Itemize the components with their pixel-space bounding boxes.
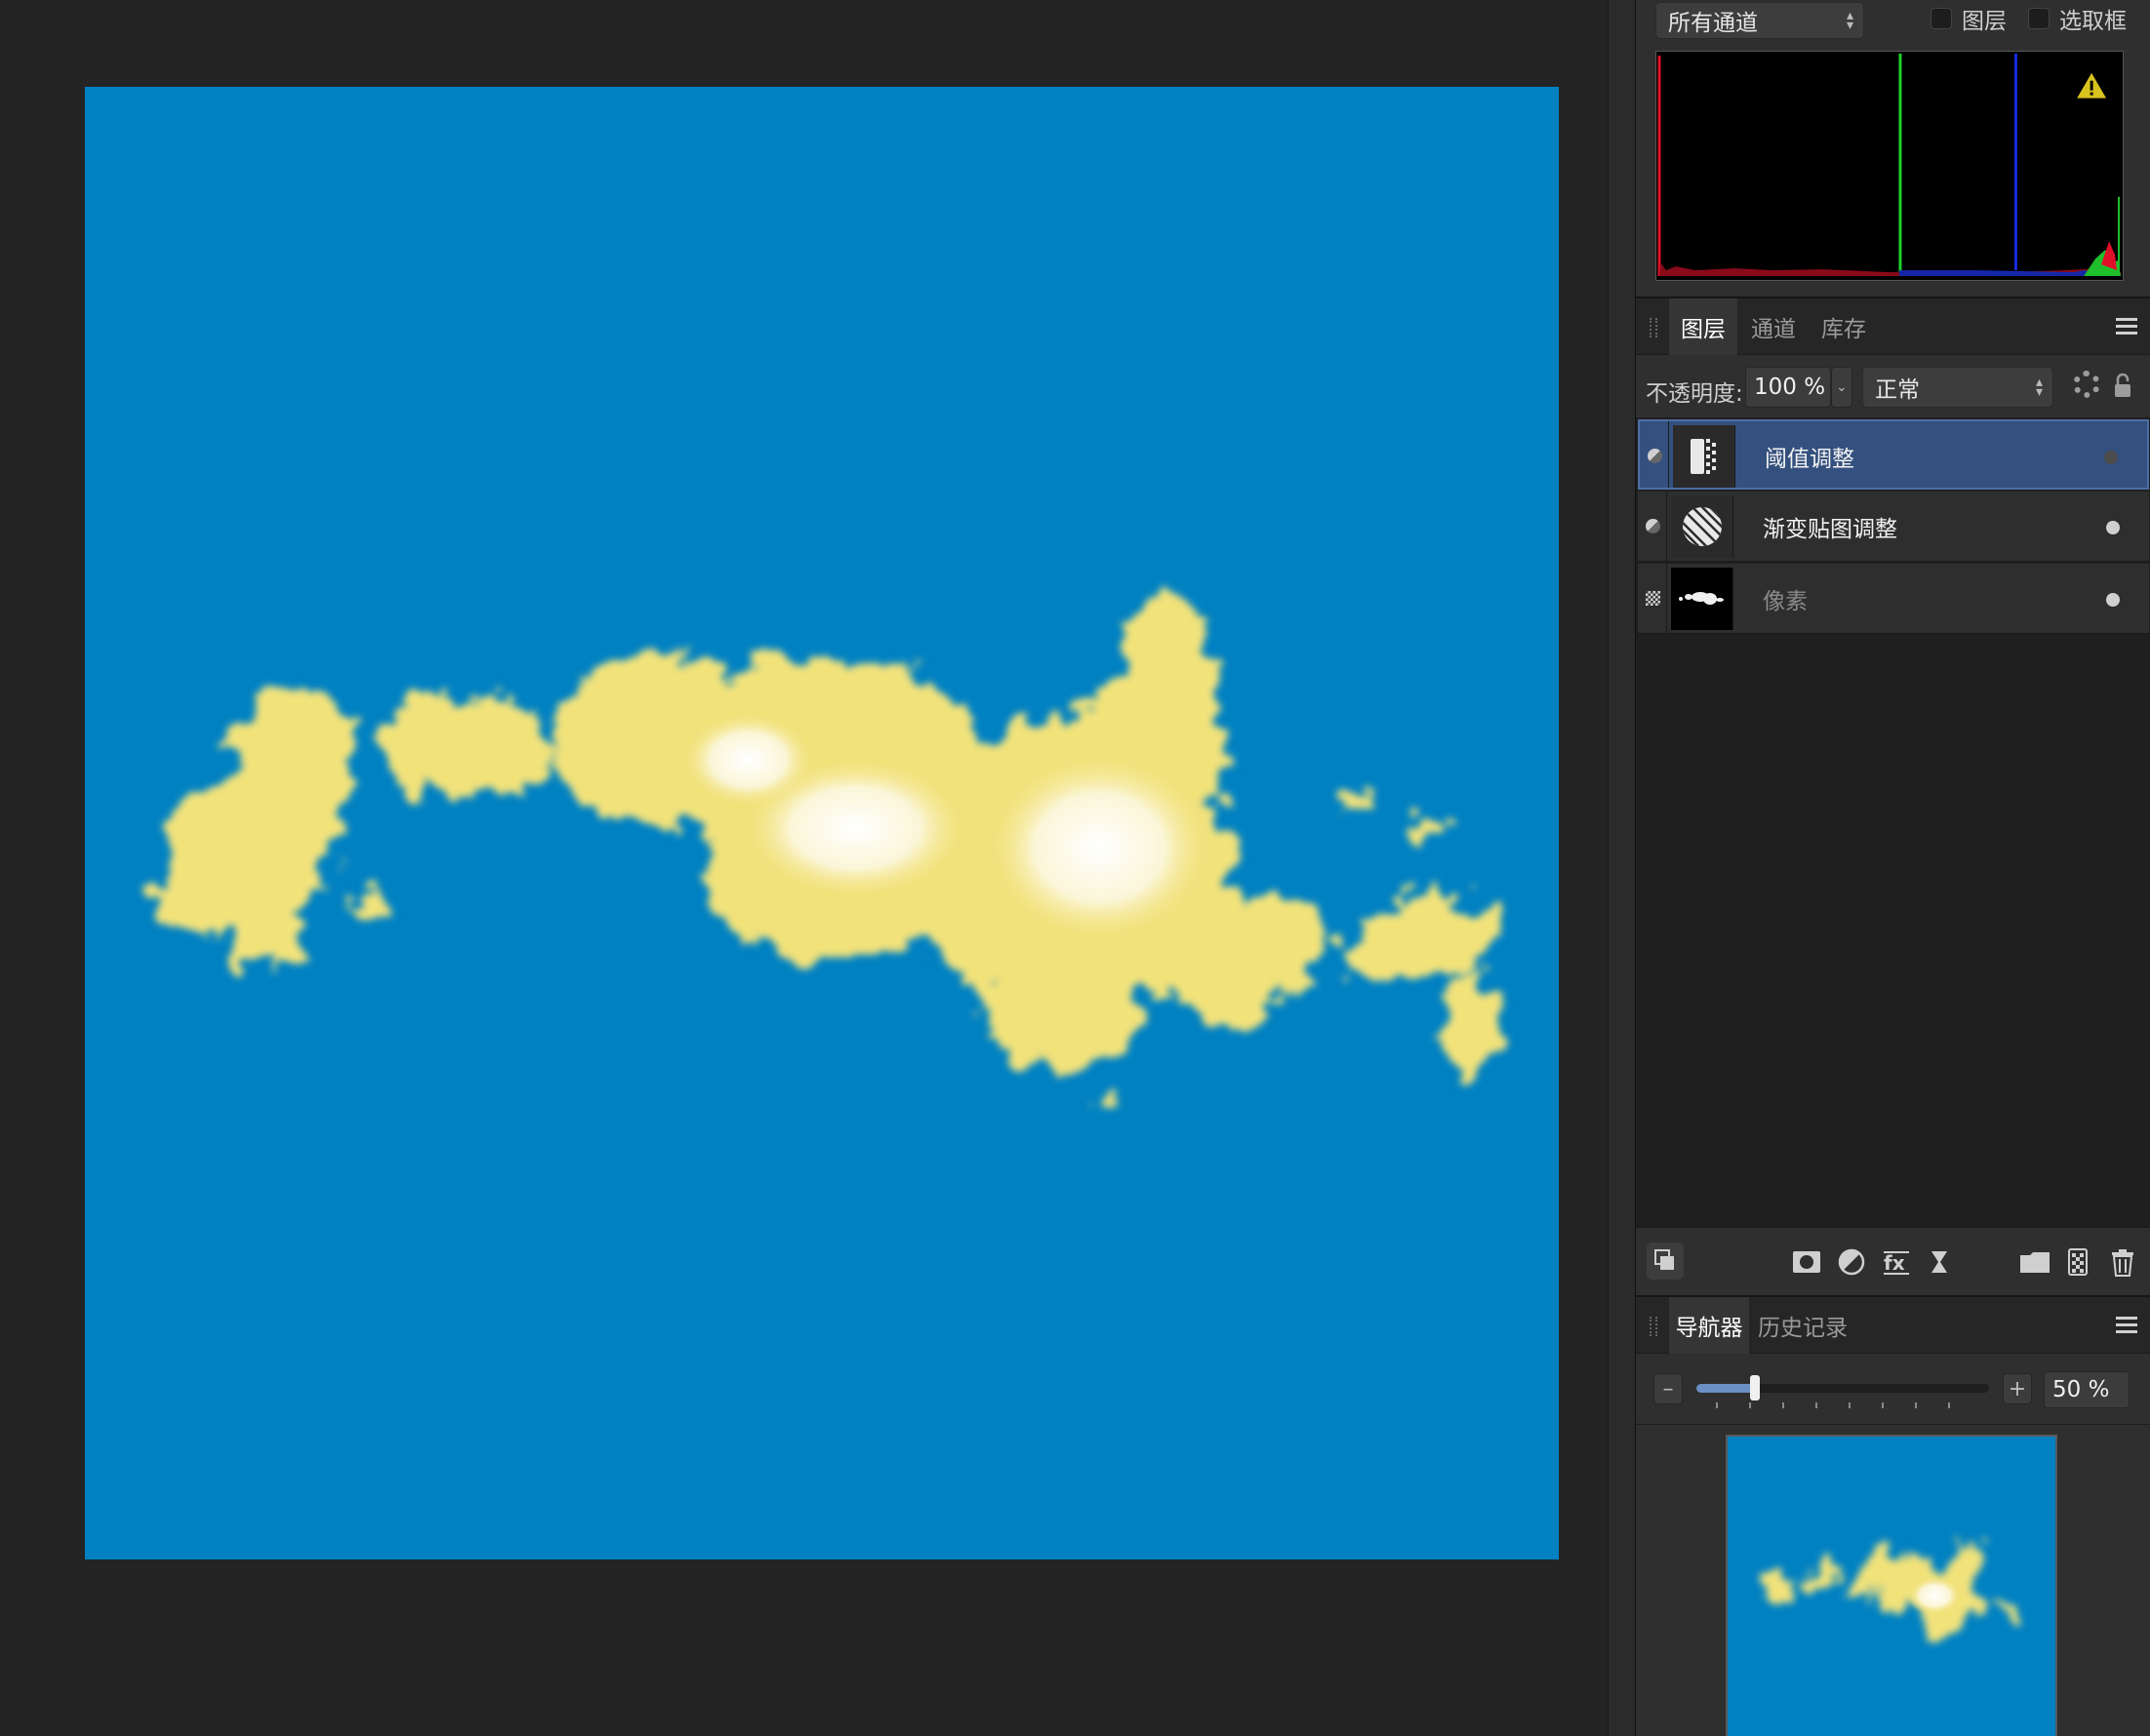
navigator-thumbnail[interactable] xyxy=(1726,1435,2057,1736)
chevron-updown-icon: ▴ ▾ xyxy=(2035,375,2043,400)
layer-checkbox[interactable]: 图层 xyxy=(1931,2,2007,35)
arrange-layers-icon[interactable] xyxy=(1646,1242,1685,1281)
layer-status-dot[interactable] xyxy=(2106,593,2120,607)
zoom-value: 50 % xyxy=(2052,1377,2110,1402)
visibility-toggle-icon[interactable] xyxy=(1646,519,1660,533)
layer-name: 渐变贴图调整 xyxy=(1763,517,1897,542)
opacity-value: 100 % xyxy=(1754,375,1826,400)
tab-history[interactable]: 历史记录 xyxy=(1751,1297,1854,1354)
workspace-scrollbar[interactable] xyxy=(1608,0,1635,1736)
panel-grip-icon[interactable] xyxy=(1650,1317,1657,1336)
tab-library[interactable]: 库存 xyxy=(1810,298,1878,355)
opacity-label: 不透明度: xyxy=(1646,381,1743,407)
zoom-in-button[interactable]: + xyxy=(2003,1373,2032,1404)
checkbox-box[interactable] xyxy=(1931,8,1952,29)
histogram-header: 所有通道 ▴ ▾ 图层 选取框 xyxy=(1636,0,2150,47)
panel-menu-icon[interactable] xyxy=(2116,318,2137,335)
layers-toolbar: fx xyxy=(1636,1227,2150,1293)
lock-icon[interactable] xyxy=(2114,373,2131,398)
tab-navigator[interactable]: 导航器 xyxy=(1669,1297,1749,1354)
trash-icon[interactable] xyxy=(2108,1247,2137,1277)
checkbox-box[interactable] xyxy=(2028,8,2050,29)
layer-row-threshold[interactable]: 阈值调整 xyxy=(1638,419,2149,490)
opacity-row: 不透明度: 100 % ⌄ 正常 ▴ ▾ xyxy=(1636,361,2150,415)
layer-name: 阈值调整 xyxy=(1765,447,1854,472)
panel-menu-icon[interactable] xyxy=(2116,1317,2137,1334)
layer-checkbox-label: 图层 xyxy=(1962,9,2007,34)
transparency-checker-icon xyxy=(1646,591,1660,606)
channel-select[interactable]: 所有通道 ▴ ▾ xyxy=(1655,2,1864,39)
hourglass-icon[interactable] xyxy=(1925,1247,1954,1277)
chevron-down-icon: ⌄ xyxy=(1836,379,1848,395)
opacity-dropdown[interactable]: ⌄ xyxy=(1831,367,1852,408)
zoom-input[interactable]: 50 % xyxy=(2044,1371,2130,1408)
layer-name: 像素 xyxy=(1763,589,1808,614)
live-filter-fx-icon[interactable]: fx xyxy=(1882,1247,1911,1277)
layer-row-pixel[interactable]: 像素 xyxy=(1638,564,2149,634)
layer-status-dot[interactable] xyxy=(2106,521,2120,534)
cloud-artwork xyxy=(148,594,1504,1106)
slider-ticks xyxy=(1716,1402,1970,1408)
panel-grip-icon[interactable] xyxy=(1650,318,1657,337)
blend-mode-value: 正常 xyxy=(1875,377,1920,403)
marquee-checkbox[interactable]: 选取框 xyxy=(2028,2,2127,35)
zoom-out-button[interactable]: – xyxy=(1653,1373,1683,1404)
adjustment-icon[interactable] xyxy=(1837,1247,1866,1277)
layers-tabbar: 图层 通道 库存 xyxy=(1636,296,2150,355)
threshold-adjustment-icon xyxy=(1673,425,1735,488)
visibility-toggle-icon[interactable] xyxy=(1648,449,1662,463)
blend-mode-select[interactable]: 正常 ▴ ▾ xyxy=(1862,367,2053,408)
gear-icon[interactable] xyxy=(2073,371,2100,398)
slider-fill xyxy=(1696,1384,1755,1393)
opacity-input[interactable]: 100 % xyxy=(1745,367,1831,408)
channel-select-value: 所有通道 xyxy=(1668,11,1758,36)
cloud-preview xyxy=(1754,1542,2025,1639)
marquee-checkbox-label: 选取框 xyxy=(2059,9,2127,34)
zoom-row: – + 50 % xyxy=(1636,1360,2150,1422)
pixel-layer-thumbnail xyxy=(1671,568,1733,630)
document-canvas[interactable] xyxy=(85,87,1559,1559)
zoom-slider[interactable] xyxy=(1696,1375,1989,1408)
histogram-chart xyxy=(1655,51,2124,281)
layer-status-dot[interactable] xyxy=(2104,451,2118,464)
layer-visibility[interactable] xyxy=(1640,421,1669,488)
layer-visibility[interactable] xyxy=(1638,564,1667,633)
right-panel: 所有通道 ▴ ▾ 图层 选取框 图层 通道 库存 不透明度: 100 % ⌄ 正… xyxy=(1635,0,2150,1736)
layers-list[interactable]: 阈值调整 渐变贴图调整 像素 xyxy=(1636,417,2150,1227)
chevron-updown-icon: ▴ ▾ xyxy=(1846,8,1853,33)
document-workspace[interactable] xyxy=(0,0,1608,1736)
tab-channels[interactable]: 通道 xyxy=(1739,298,1808,355)
mask-layer-icon[interactable] xyxy=(1792,1247,1821,1277)
group-folder-icon[interactable] xyxy=(2018,1247,2051,1277)
warning-icon xyxy=(2077,72,2107,99)
slider-handle[interactable] xyxy=(1750,1375,1760,1401)
navigator-preview-area[interactable] xyxy=(1636,1424,2150,1736)
layer-visibility[interactable] xyxy=(1638,492,1667,561)
layer-row-gradient-map[interactable]: 渐变贴图调整 xyxy=(1638,492,2149,562)
tab-layers[interactable]: 图层 xyxy=(1669,298,1737,355)
svg-text:fx: fx xyxy=(1884,1251,1905,1275)
gradient-map-adjustment-icon xyxy=(1671,495,1733,558)
new-pixel-layer-icon[interactable] xyxy=(2063,1247,2092,1277)
navigator-tabbar: 导航器 历史记录 xyxy=(1636,1295,2150,1354)
